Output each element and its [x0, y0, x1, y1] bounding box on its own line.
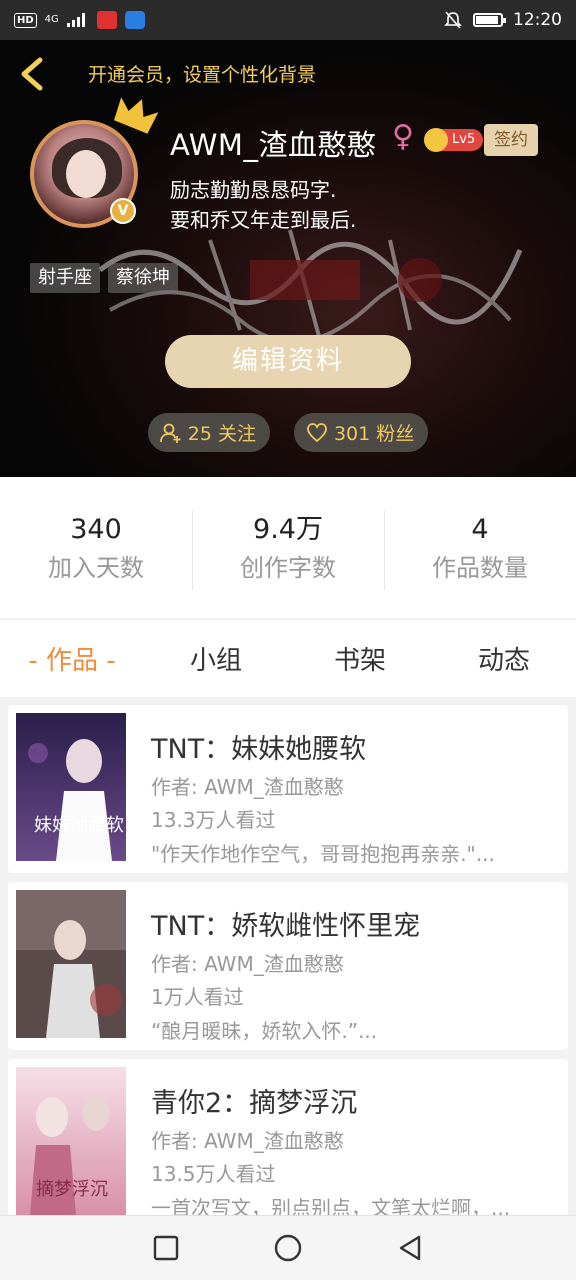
book-views: 13.3万人看过: [151, 808, 276, 832]
book-author: 作者: AWM_渣血憨憨: [151, 775, 344, 799]
system-nav-bar: [0, 1215, 576, 1280]
username: AWM_渣血憨憨: [170, 128, 377, 162]
book-list: 妹妹她腰软 TNT：妹妹她腰软 作者: AWM_渣血憨憨 13.3万人看过 "作…: [0, 697, 576, 1215]
profile-tabs: - 作品 - 小组 书架 动态: [0, 619, 576, 697]
tab-groups[interactable]: 小组: [144, 640, 288, 677]
stat-words: 9.4万 创作字数: [192, 509, 384, 590]
following-button[interactable]: 25 关注: [147, 413, 270, 452]
back-arrow-icon[interactable]: [14, 54, 50, 94]
profile-header: 开通会员，设置个性化背景 V AWM_渣血憨憨 ♀ Lv5 签约 励志勤勤恳恳码…: [0, 40, 576, 477]
signal-icon: [66, 13, 85, 27]
app-notification-icon: [96, 11, 117, 29]
following-count: 25 关注: [187, 423, 256, 445]
tag-list: 射手座 蔡徐坤: [30, 263, 178, 293]
book-description: 一首次写文，别点别点，文笔太烂啊，...: [151, 1196, 511, 1215]
back-icon[interactable]: [395, 1233, 425, 1263]
followers-count: 301 粉丝: [333, 423, 415, 445]
add-user-icon: [159, 423, 181, 443]
hd-indicator: HD: [14, 12, 37, 28]
stat-value: 340: [70, 513, 122, 545]
stat-label: 加入天数: [48, 553, 144, 582]
stat-label: 作品数量: [432, 553, 528, 582]
edit-profile-button[interactable]: 编辑资料: [165, 335, 411, 388]
stat-label: 创作字数: [240, 553, 336, 582]
signal-label: 4G: [44, 14, 59, 25]
heart-icon: [307, 422, 327, 442]
book-author: 作者: AWM_渣血憨憨: [151, 952, 344, 976]
followers-button[interactable]: 301 粉丝: [293, 413, 429, 452]
book-views: 13.5万人看过: [151, 1162, 276, 1186]
tab-feed[interactable]: 动态: [432, 640, 576, 677]
stat-value: 9.4万: [253, 513, 323, 545]
book-card[interactable]: TNT：娇软雌性怀里宠 作者: AWM_渣血憨憨 1万人看过 “酿月暖昧，娇软入…: [8, 882, 568, 1050]
book-title: 青你2：摘梦浮沉: [151, 1088, 358, 1119]
book-description: "作天作地作空气，哥哥抱抱再亲亲."...: [151, 842, 495, 866]
bio: 励志勤勤恳恳码字. 要和乔又年走到最后.: [170, 178, 357, 232]
cover-title-text: 妹妹她腰软: [34, 815, 124, 836]
browser-notification-icon: [124, 11, 145, 29]
signed-author-button[interactable]: 签约: [484, 124, 538, 156]
level-badge: Lv5: [424, 128, 484, 152]
book-card[interactable]: 妹妹她腰软 TNT：妹妹她腰软 作者: AWM_渣血憨憨 13.3万人看过 "作…: [8, 705, 568, 873]
tag-idol: 蔡徐坤: [108, 263, 178, 293]
stat-works: 4 作品数量: [384, 509, 576, 590]
stats-panel: 340 加入天数 9.4万 创作字数 4 作品数量: [0, 477, 576, 618]
recent-apps-icon[interactable]: [151, 1233, 181, 1263]
book-card[interactable]: 摘梦浮沉 青你2：摘梦浮沉 作者: AWM_渣血憨憨 13.5万人看过 一首次写…: [8, 1059, 568, 1215]
book-description: “酿月暖昧，娇软入怀.”...: [151, 1019, 378, 1043]
level-crown-icon: [424, 128, 448, 152]
clock: 12:20: [513, 10, 562, 30]
book-views: 1万人看过: [151, 985, 244, 1009]
book-cover-image: 摘梦浮沉: [16, 1067, 126, 1215]
avatar[interactable]: V: [30, 97, 159, 228]
verified-badge: V: [110, 198, 136, 224]
book-cover-image: [16, 890, 126, 1038]
book-author: 作者: AWM_渣血憨憨: [151, 1129, 344, 1153]
home-icon[interactable]: [273, 1233, 303, 1263]
book-title: TNT：妹妹她腰软: [151, 734, 367, 765]
cover-title-text: 摘梦浮沉: [36, 1179, 108, 1200]
tag-zodiac: 射手座: [30, 263, 100, 293]
vip-banner-link[interactable]: 开通会员，设置个性化背景: [88, 60, 316, 87]
female-gender-icon: ♀: [392, 119, 414, 154]
book-title: TNT：娇软雌性怀里宠: [151, 911, 421, 942]
stat-value: 4: [471, 513, 489, 545]
book-cover-image: 妹妹她腰软: [16, 713, 126, 861]
tab-bookshelf[interactable]: 书架: [288, 640, 432, 677]
stat-days: 340 加入天数: [0, 510, 192, 586]
battery-icon: [473, 13, 506, 27]
tab-works[interactable]: - 作品 -: [0, 640, 144, 677]
mute-bell-icon: [444, 11, 462, 29]
status-bar: HD 4G 12:20: [0, 0, 576, 40]
